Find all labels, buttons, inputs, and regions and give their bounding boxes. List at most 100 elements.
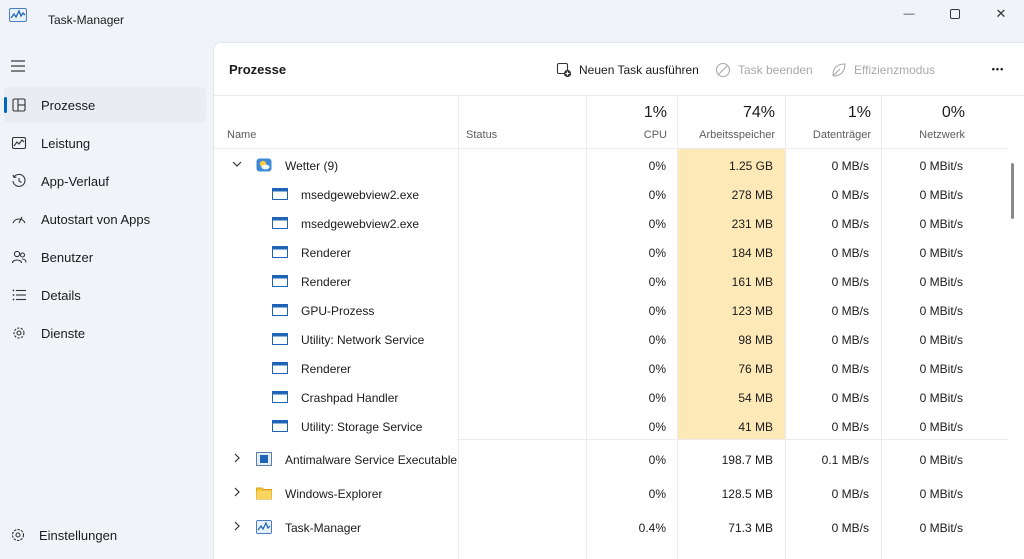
chevron-down-icon[interactable] [232,159,242,169]
disk-value: 0 MB/s [831,304,869,318]
cpu-value: 0% [648,217,666,231]
process-row-child[interactable]: Renderer 0% 161 MB 0 MB/s 0 MBit/s [214,267,1008,296]
network-value: 0 MBit/s [919,487,963,501]
process-name: GPU-Prozess [301,304,375,318]
column-label: Status [466,129,498,141]
process-row-child[interactable]: Crashpad Handler 0% 54 MB 0 MB/s 0 MBit/… [214,383,1008,412]
process-name: Crashpad Handler [301,391,399,405]
process-row-child[interactable]: msedgewebview2.exe 0% 231 MB 0 MB/s 0 MB… [214,209,1008,238]
memory-value: 71.3 MB [728,521,773,535]
column-header-memory[interactable]: 74% Arbeitsspeicher [677,96,785,148]
cpu-value: 0% [648,188,666,202]
header-divider [214,148,1008,149]
sidebar-item-leistung[interactable]: Leistung [4,125,206,161]
process-row-task-manager[interactable]: Task-Manager 0.4% 71.3 MB 0 MB/s 0 MBit/… [214,513,1008,542]
memory-value: 184 MB [731,246,773,260]
chevron-right-icon[interactable] [232,487,242,497]
chevron-right-icon[interactable] [232,521,242,531]
network-value: 0 MBit/s [919,304,963,318]
chevron-right-icon[interactable] [232,453,242,463]
minimize-button[interactable]: — [886,0,932,28]
efficiency-mode-button[interactable]: Effizienzmodus [831,60,935,80]
maximize-icon [950,9,960,19]
process-row-explorer[interactable]: Windows-Explorer 0% 128.5 MB 0 MB/s 0 MB… [214,479,1008,508]
column-label: Datenträger [812,129,871,141]
performance-icon [11,136,27,150]
network-value: 0 MBit/s [919,362,963,376]
sidebar-item-dienste[interactable]: Dienste [4,315,206,351]
column-header-disk[interactable]: 1% Datenträger [785,96,881,148]
taskmanager-icon [256,520,272,534]
process-row-child[interactable]: msedgewebview2.exe 0% 278 MB 0 MB/s 0 MB… [214,180,1008,209]
window-icon [272,246,288,258]
close-button[interactable]: ✕ [978,0,1024,28]
task-manager-app-icon [9,8,27,22]
cpu-value: 0% [648,453,666,467]
network-value: 0 MBit/s [919,391,963,405]
disk-value: 0 MB/s [831,159,869,173]
memory-value: 161 MB [731,275,773,289]
memory-value: 128.5 MB [721,487,773,501]
settings-label: Einstellungen [39,528,118,543]
more-options-button[interactable]: ••• [986,59,1010,79]
services-icon [13,327,25,339]
column-header-network[interactable]: 0% Netzwerk [881,96,975,148]
memory-value: 198.7 MB [721,453,773,467]
sidebar-item-app-verlauf[interactable]: App-Verlauf [4,163,206,199]
gear-icon [11,528,25,542]
process-row-child[interactable]: Renderer 0% 76 MB 0 MB/s 0 MBit/s [214,354,1008,383]
window-icon [272,188,288,200]
cpu-value: 0% [648,304,666,318]
details-icon [12,289,26,301]
settings-button[interactable]: Einstellungen [4,520,206,550]
column-header-cpu[interactable]: 1% CPU [586,96,677,148]
disk-value: 0 MB/s [831,521,869,535]
end-task-label: Task beenden [738,63,813,77]
network-value: 0 MBit/s [919,453,963,467]
process-row-child[interactable]: Utility: Network Service 0% 98 MB 0 MB/s… [214,325,1008,354]
disk-value: 0 MB/s [831,362,869,376]
window-icon [272,275,288,287]
process-name: Antimalware Service Executable [285,453,458,467]
sidebar-item-details[interactable]: Details [4,277,206,313]
disk-value: 0 MB/s [831,391,869,405]
window-icon [272,217,288,229]
users-icon [11,250,27,264]
sidebar-item-label: Autostart von Apps [41,212,151,227]
window-icon [272,420,288,432]
network-value: 0 MBit/s [919,246,963,260]
active-indicator [4,97,7,113]
cpu-value: 0% [648,159,666,173]
memory-value: 278 MB [731,188,773,202]
memory-value: 54 MB [738,391,773,405]
run-new-task-button[interactable]: Neuen Task ausführen [556,60,699,80]
process-row-antimalware[interactable]: Antimalware Service Executable 0% 198.7 … [214,445,1008,474]
sidebar-item-label: Dienste [41,326,86,341]
process-row-child[interactable]: Utility: Storage Service 0% 41 MB 0 MB/s… [214,412,1008,441]
column-header-status[interactable]: Status [458,96,586,148]
disk-value: 0 MB/s [831,333,869,347]
cpu-value: 0% [648,391,666,405]
process-name: Renderer [301,246,352,260]
network-value: 0 MBit/s [919,521,963,535]
window-icon [272,362,288,374]
network-value: 0 MBit/s [919,275,963,289]
sidebar-item-label: App-Verlauf [41,174,109,189]
end-task-button[interactable]: Task beenden [715,60,813,80]
memory-value: 98 MB [738,333,773,347]
network-value: 0 MBit/s [919,188,963,202]
sidebar-item-autostart[interactable]: Autostart von Apps [4,201,206,237]
column-header-name[interactable]: Name [214,96,458,148]
window-icon [272,391,288,403]
sidebar-item-prozesse[interactable]: Prozesse [4,87,206,123]
process-row-child[interactable]: Renderer 0% 184 MB 0 MB/s 0 MBit/s [214,238,1008,267]
hamburger-menu-icon[interactable] [10,59,26,73]
cpu-value: 0% [648,362,666,376]
maximize-button[interactable] [932,0,978,28]
process-row-wetter[interactable]: Wetter (9) 0% 1.25 GB 0 MB/s 0 MBit/s [214,151,1008,180]
startup-icon [12,216,26,224]
sidebar-item-benutzer[interactable]: Benutzer [4,239,206,275]
scrollbar-thumb[interactable] [1011,163,1014,219]
disk-value: 0 MB/s [831,487,869,501]
process-row-child[interactable]: GPU-Prozess 0% 123 MB 0 MB/s 0 MBit/s [214,296,1008,325]
